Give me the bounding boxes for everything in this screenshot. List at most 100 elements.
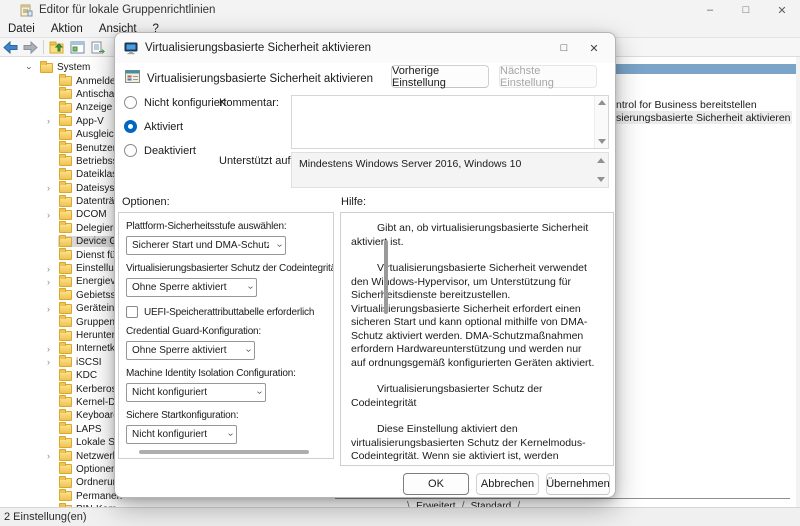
- dialog-app-icon: [124, 42, 138, 55]
- policy-setting-icon: [125, 70, 140, 83]
- chevron-icon[interactable]: [47, 344, 58, 354]
- chevron-down-icon: [245, 286, 256, 289]
- scroll-up-icon[interactable]: [597, 158, 605, 163]
- folder-icon: [40, 60, 53, 73]
- forward-button[interactable]: [20, 39, 40, 55]
- menu-item-datei[interactable]: Datei: [0, 20, 43, 37]
- chevron-icon[interactable]: [47, 277, 58, 287]
- chevron-icon[interactable]: [47, 304, 58, 314]
- supported-scrollbar[interactable]: [594, 153, 608, 187]
- tree-item-label: App-V: [76, 115, 104, 127]
- tree-item-label: Lokale Si: [76, 437, 118, 449]
- chevron-icon[interactable]: [47, 116, 58, 126]
- secure-launch-select[interactable]: Nicht konfiguriert: [126, 425, 237, 444]
- scroll-up-icon[interactable]: [598, 100, 606, 105]
- cancel-button[interactable]: Abbrechen: [476, 473, 539, 495]
- help-scrollbar-thumb[interactable]: [384, 240, 388, 314]
- folder-icon: [59, 154, 72, 167]
- chevron-down-icon: [243, 349, 254, 352]
- tree-item-label: Device G: [76, 236, 118, 248]
- chevron-icon[interactable]: [47, 264, 58, 274]
- folder-icon: [59, 234, 72, 247]
- scrollbar-thumb[interactable]: [138, 450, 310, 454]
- dialog-close-button[interactable]: ✕: [579, 36, 609, 60]
- tree-item-label: LAPS: [76, 423, 102, 435]
- minimize-button[interactable]: –: [692, 0, 728, 20]
- folder-icon: [59, 395, 72, 408]
- tree-item-label: Ausgleich: [76, 129, 120, 141]
- chevron-down-icon: [225, 433, 236, 436]
- radio-icon[interactable]: [124, 120, 137, 133]
- dialog-maximize-button[interactable]: □: [549, 36, 579, 60]
- chevron-icon[interactable]: [47, 183, 58, 193]
- folder-icon: [59, 261, 72, 274]
- up-one-level-button[interactable]: [47, 39, 67, 55]
- radio-icon[interactable]: [124, 96, 137, 109]
- platform-security-level-select[interactable]: Sicherer Start und DMA-Schutz: [126, 236, 286, 255]
- main-window-title: Editor für lokale Gruppenrichtlinien: [39, 4, 216, 16]
- folder-icon: [59, 475, 72, 488]
- chevron-icon[interactable]: [28, 63, 39, 73]
- tree-item-label: Dienst fü: [76, 249, 116, 261]
- chevron-icon[interactable]: [47, 210, 58, 220]
- chevron-icon[interactable]: [47, 451, 58, 461]
- tree-item-label: Betriebss: [76, 155, 118, 167]
- radio-label: Deaktiviert: [144, 144, 196, 157]
- folder-icon: [59, 422, 72, 435]
- radio-option[interactable]: Nicht konfiguriert: [124, 96, 227, 109]
- radio-option[interactable]: Aktiviert: [124, 120, 227, 133]
- next-setting-button[interactable]: Nächste Einstellung: [499, 65, 597, 89]
- uefi-memory-attributes-checkbox-row[interactable]: UEFI-Speicherattributtabelle erforderlic…: [126, 306, 326, 318]
- maximize-button[interactable]: □: [728, 0, 764, 20]
- previous-setting-button[interactable]: Vorherige Einstellung: [391, 65, 489, 89]
- radio-label: Aktiviert: [144, 120, 184, 133]
- gpedit-app-icon: [20, 4, 33, 17]
- export-list-button[interactable]: [87, 39, 107, 55]
- tree-item-label: Herunterl: [76, 330, 118, 341]
- ok-button[interactable]: OK: [403, 473, 469, 495]
- chevron-down-icon: [274, 244, 285, 247]
- folder-icon: [59, 489, 72, 502]
- scroll-down-icon[interactable]: [597, 177, 605, 182]
- options-horizontal-scrollbar[interactable]: [127, 450, 325, 455]
- dialog-button-row: OK Abbrechen Übernehmen: [115, 473, 615, 496]
- comment-input[interactable]: [291, 95, 609, 149]
- secure-launch-label: Sichere Startkonfiguration:: [126, 410, 239, 421]
- select-value: Nicht konfiguriert: [132, 387, 208, 398]
- radio-label: Nicht konfiguriert: [144, 96, 227, 109]
- state-radio-group: Nicht konfiguriert Aktiviert Deaktiviert: [124, 96, 227, 168]
- tab-shape-glyph: \: [407, 500, 411, 507]
- menu-item-aktion[interactable]: Aktion: [43, 20, 91, 37]
- supported-on-label: Unterstützt auf:: [219, 155, 294, 167]
- checkbox-icon[interactable]: [126, 306, 138, 318]
- folder-icon: [59, 141, 72, 154]
- radio-icon[interactable]: [124, 144, 137, 157]
- machine-identity-isolation-select[interactable]: Nicht konfiguriert: [126, 383, 266, 402]
- back-button[interactable]: [0, 39, 20, 55]
- tree-item-label: Dateisyst: [76, 182, 118, 194]
- folder-icon: [59, 341, 72, 354]
- comment-scrollbar[interactable]: [594, 96, 608, 148]
- folder-icon: [59, 301, 72, 314]
- chevron-icon[interactable]: [47, 357, 58, 367]
- scroll-down-icon[interactable]: [598, 139, 606, 144]
- credential-guard-select[interactable]: Ohne Sperre aktiviert: [126, 341, 255, 360]
- vbs-code-integrity-select[interactable]: Ohne Sperre aktiviert: [126, 278, 257, 297]
- apply-button[interactable]: Übernehmen: [546, 473, 610, 495]
- tree-item-label: Datenträ: [76, 196, 115, 208]
- comment-label: Kommentar:: [219, 97, 279, 109]
- platform-security-label: Plattform-Sicherheitsstufe auswählen:: [126, 221, 287, 232]
- main-titlebar: Editor für lokale Gruppenrichtlinien – □…: [0, 0, 800, 20]
- view-tabstrip: \ Erweitert / Standard /: [335, 498, 790, 507]
- show-console-tree-button[interactable]: [67, 39, 87, 55]
- folder-icon: [59, 221, 72, 234]
- tree-item-label: DCOM: [76, 209, 107, 221]
- select-value: Ohne Sperre aktiviert: [132, 282, 227, 293]
- folder-icon: [59, 449, 72, 462]
- folder-icon: [59, 87, 72, 100]
- checkbox-label: UEFI-Speicherattributtabelle erforderlic…: [144, 306, 315, 318]
- tree-item-label: Delegieru: [76, 222, 119, 234]
- close-button[interactable]: ✕: [764, 0, 800, 20]
- radio-option[interactable]: Deaktiviert: [124, 144, 227, 157]
- machine-identity-isolation-label: Machine Identity Isolation Configuration…: [126, 368, 296, 379]
